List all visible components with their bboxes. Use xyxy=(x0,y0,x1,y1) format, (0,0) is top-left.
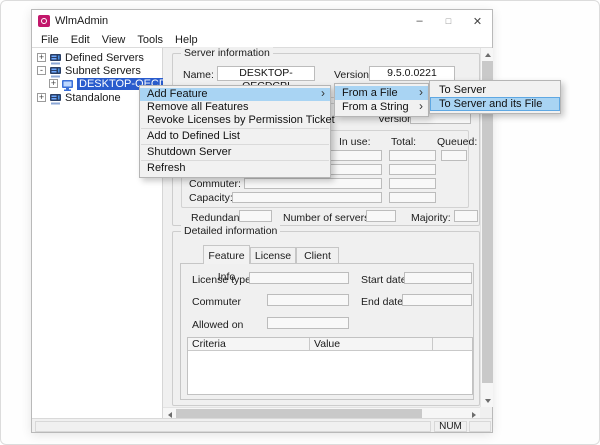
expand-minus-icon[interactable]: - xyxy=(37,66,46,75)
capacity-row-label: Capacity: xyxy=(189,192,233,204)
server-version-field[interactable]: 9.5.0.0221 xyxy=(369,66,455,81)
status-message-pane xyxy=(35,421,431,432)
expand-plus-icon[interactable]: + xyxy=(37,93,46,102)
app-icon xyxy=(38,15,50,27)
commuter-row-label: Commuter: xyxy=(189,178,241,190)
menu-separator xyxy=(141,128,329,129)
tree-item-defined-servers[interactable]: + Defined Servers xyxy=(37,51,144,64)
menu-item-shutdown-server[interactable]: Shutdown Server xyxy=(140,146,330,159)
menu-separator xyxy=(141,144,329,145)
tree-label[interactable]: Standalone xyxy=(65,92,121,104)
status-bar: NUM xyxy=(32,418,492,432)
menu-item-refresh[interactable]: Refresh xyxy=(140,162,330,175)
menu-separator xyxy=(141,160,329,161)
version-label: Version: xyxy=(334,69,372,81)
allowed-on-label: Allowed on xyxy=(192,319,243,331)
criteria-table: Criteria Value xyxy=(187,337,473,395)
commuter-label: Commuter xyxy=(192,296,241,308)
server-group-icon xyxy=(49,52,62,63)
screenshot-canvas: WlmAdmin – □ ✕ File Edit View Tools Help… xyxy=(0,0,600,445)
num-lock-indicator: NUM xyxy=(434,421,467,432)
table-header: Criteria Value xyxy=(188,338,472,351)
maximize-button[interactable]: □ xyxy=(434,10,463,32)
end-date-field[interactable] xyxy=(402,294,472,306)
allowed-on-field[interactable] xyxy=(267,317,349,329)
tab-feature-info[interactable]: Feature Info xyxy=(203,245,250,264)
queued-header: Queued: xyxy=(437,136,477,148)
commuter-field[interactable] xyxy=(244,178,382,189)
total-field-row4[interactable] xyxy=(389,192,436,203)
tree-label[interactable]: Defined Servers xyxy=(65,52,144,64)
window-controls: – □ ✕ xyxy=(405,10,492,32)
group-legend: Detailed information xyxy=(181,225,280,237)
total-header: Total: xyxy=(391,136,416,148)
expand-plus-icon[interactable]: + xyxy=(49,79,58,88)
group-legend: Server information xyxy=(181,47,273,59)
end-date-label: End date: xyxy=(361,296,406,308)
server-group-icon xyxy=(49,65,62,76)
total-field-row3[interactable] xyxy=(389,178,436,189)
submenu-arrow-icon: › xyxy=(419,99,423,113)
redundant-label: Redundant: xyxy=(191,212,245,224)
server-group-icon xyxy=(49,92,62,103)
from-a-file-submenu: To Server To Server and its File xyxy=(429,80,561,114)
menu-file[interactable]: File xyxy=(35,34,65,46)
commuter-detail-field[interactable] xyxy=(267,294,349,306)
tree-item-standalone[interactable]: + Standalone xyxy=(37,91,121,104)
in-use-header: In use: xyxy=(339,136,371,148)
total-field-row1[interactable] xyxy=(389,150,436,161)
scroll-down-icon[interactable] xyxy=(481,394,494,407)
window-title: WlmAdmin xyxy=(55,15,108,27)
start-date-field[interactable] xyxy=(404,272,472,284)
tree-item-subnet-servers[interactable]: - Subnet Servers xyxy=(37,64,141,77)
scroll-up-icon[interactable] xyxy=(481,48,494,61)
submenu-arrow-icon: › xyxy=(419,85,423,99)
menu-edit[interactable]: Edit xyxy=(65,34,96,46)
menu-item-add-feature[interactable]: Add Feature › xyxy=(140,88,330,101)
total-field-row2[interactable] xyxy=(389,164,436,175)
tab-client-info[interactable]: Client Info xyxy=(296,247,339,264)
submenu-arrow-icon: › xyxy=(321,87,325,100)
menu-bar: File Edit View Tools Help xyxy=(32,32,492,47)
menu-view[interactable]: View xyxy=(96,34,132,46)
server-context-menu: Add Feature › Remove all Features Revoke… xyxy=(139,85,331,178)
menu-help[interactable]: Help xyxy=(169,34,204,46)
server-name-field[interactable]: DESKTOP-QECDCPI xyxy=(217,66,315,81)
extra-column-header xyxy=(433,338,472,350)
menu-item-add-to-defined-list[interactable]: Add to Defined List xyxy=(140,130,330,143)
menu-item-remove-all-features[interactable]: Remove all Features xyxy=(140,101,330,114)
menu-item-to-server[interactable]: To Server xyxy=(430,83,560,97)
menu-item-from-a-string[interactable]: From a String › xyxy=(335,100,428,114)
redundant-field[interactable] xyxy=(239,210,272,222)
number-of-servers-label: Number of servers: xyxy=(283,212,372,224)
tree-label[interactable]: Subnet Servers xyxy=(65,65,141,77)
license-type-field[interactable] xyxy=(249,272,349,284)
titlebar: WlmAdmin – □ ✕ xyxy=(32,10,492,32)
value-column-header[interactable]: Value xyxy=(310,338,433,350)
expand-plus-icon[interactable]: + xyxy=(37,53,46,62)
majority-label: Majority: xyxy=(411,212,451,224)
menu-tools[interactable]: Tools xyxy=(131,34,169,46)
add-feature-submenu: From a File › From a String › xyxy=(334,83,429,117)
computer-icon xyxy=(61,78,74,89)
wlmadmin-window: WlmAdmin – □ ✕ File Edit View Tools Help… xyxy=(31,9,493,433)
detailed-information-group: Detailed information Feature Info Licens… xyxy=(172,231,480,406)
queued-field-row1[interactable] xyxy=(441,150,467,161)
minimize-button[interactable]: – xyxy=(405,10,434,32)
start-date-label: Start date xyxy=(361,274,407,286)
number-of-servers-field[interactable] xyxy=(366,210,396,222)
name-label: Name: xyxy=(183,69,214,81)
capacity-field[interactable] xyxy=(232,192,382,203)
menu-item-revoke-licenses[interactable]: Revoke Licenses by Permission Ticket xyxy=(140,114,330,127)
majority-field[interactable] xyxy=(454,210,478,222)
close-button[interactable]: ✕ xyxy=(463,10,492,32)
criteria-column-header[interactable]: Criteria xyxy=(188,338,310,350)
menu-item-to-server-and-its-file[interactable]: To Server and its File xyxy=(430,97,560,111)
menu-item-from-a-file[interactable]: From a File › xyxy=(335,86,428,100)
status-extra-pane xyxy=(469,421,491,432)
tab-license-info[interactable]: License Info xyxy=(250,247,296,264)
